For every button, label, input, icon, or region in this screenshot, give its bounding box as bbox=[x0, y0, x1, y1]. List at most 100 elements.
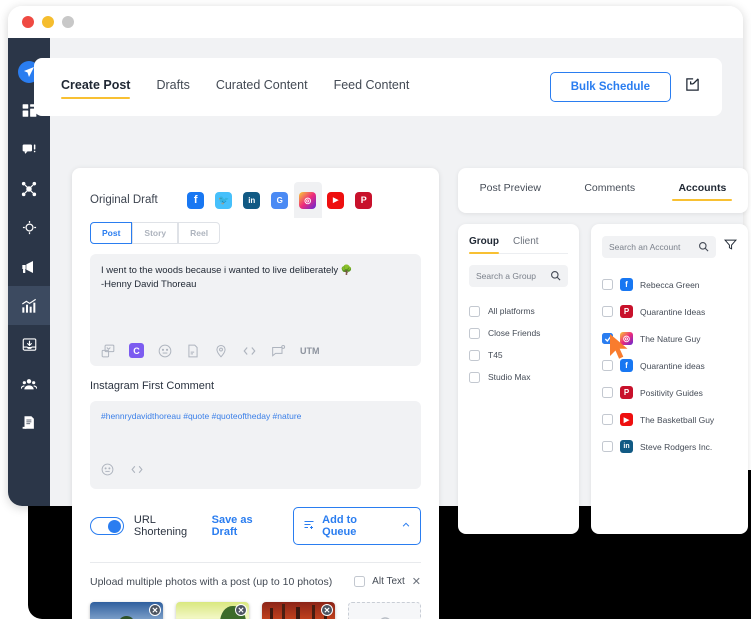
group-checkbox[interactable] bbox=[469, 328, 480, 339]
remove-photo-button[interactable]: ✕ bbox=[235, 604, 247, 616]
sidebar-item-engage[interactable] bbox=[8, 130, 50, 169]
group-checkbox[interactable] bbox=[469, 350, 480, 361]
group-checkbox[interactable] bbox=[469, 306, 480, 317]
tab-feed-content[interactable]: Feed Content bbox=[334, 78, 410, 96]
tab-comments[interactable]: Comments bbox=[584, 182, 635, 199]
network-google-business[interactable]: G bbox=[266, 182, 294, 218]
tab-curated-content[interactable]: Curated Content bbox=[216, 78, 308, 96]
first-comment-area[interactable]: #hennrydavidthoreau #quote #quoteoftheda… bbox=[90, 401, 421, 489]
browser-window: Create Post Drafts Curated Content Feed … bbox=[8, 6, 743, 506]
remove-photo-button[interactable]: ✕ bbox=[321, 604, 333, 616]
pinterest-icon: P bbox=[620, 305, 633, 318]
account-checkbox[interactable] bbox=[602, 306, 613, 317]
twitter-icon: 🐦 bbox=[215, 192, 232, 209]
document-icon[interactable] bbox=[186, 344, 200, 358]
window-titlebar bbox=[8, 6, 743, 38]
utm-button[interactable]: UTM bbox=[300, 346, 320, 356]
close-window-button[interactable] bbox=[22, 16, 34, 28]
tab-client[interactable]: Client bbox=[513, 236, 539, 253]
network-pinterest[interactable]: P bbox=[350, 182, 378, 218]
upload-dropzone[interactable] bbox=[348, 602, 421, 619]
canva-icon[interactable]: C bbox=[129, 343, 144, 358]
account-checkbox[interactable] bbox=[602, 441, 613, 452]
code-icon[interactable] bbox=[130, 463, 144, 481]
youtube-icon: ▶ bbox=[327, 192, 344, 209]
account-checkbox[interactable] bbox=[602, 279, 613, 290]
sidebar-item-inbox[interactable] bbox=[8, 325, 50, 364]
post-text-line-1: I went to the woods because i wanted to … bbox=[101, 264, 410, 278]
thumbnail-photo-1[interactable]: Tag Profile ✕ bbox=[90, 602, 163, 619]
mention-tag-icon[interactable] bbox=[271, 344, 286, 358]
sidebar-item-team[interactable] bbox=[8, 364, 50, 403]
network-youtube[interactable]: ▶ bbox=[322, 182, 350, 218]
sidebar-item-campaigns[interactable] bbox=[8, 247, 50, 286]
url-shortening-label: URL Shortening bbox=[134, 514, 212, 538]
segment-reel[interactable]: Reel bbox=[178, 222, 220, 244]
thumbnail-photo-3[interactable]: Tag Profile ✕ bbox=[262, 602, 335, 619]
sidebar-item-analytics[interactable] bbox=[8, 286, 50, 325]
document-icon bbox=[22, 415, 37, 430]
account-item-positivity-guides[interactable]: P Positivity Guides bbox=[602, 379, 737, 406]
bulk-schedule-button[interactable]: Bulk Schedule bbox=[550, 72, 671, 102]
post-text-area[interactable]: I went to the woods because i wanted to … bbox=[90, 254, 421, 366]
sidebar-item-target[interactable] bbox=[8, 208, 50, 247]
search-account-input[interactable]: Search an Account bbox=[602, 236, 716, 258]
account-item-rebecca-green[interactable]: f Rebecca Green bbox=[602, 271, 737, 298]
sidebar-item-network[interactable] bbox=[8, 169, 50, 208]
search-account-placeholder: Search an Account bbox=[609, 242, 680, 252]
location-pin-icon[interactable] bbox=[214, 344, 228, 358]
sidebar-item-reports[interactable] bbox=[8, 403, 50, 442]
group-item-studio-max[interactable]: Studio Max bbox=[469, 366, 568, 388]
group-item-all-platforms[interactable]: All platforms bbox=[469, 300, 568, 322]
account-item-quarantine-ideas-pinterest[interactable]: P Quarantine Ideas bbox=[602, 298, 737, 325]
group-label: T45 bbox=[488, 350, 503, 360]
account-checkbox[interactable] bbox=[602, 414, 613, 425]
segment-post[interactable]: Post bbox=[90, 222, 132, 244]
account-checkbox[interactable] bbox=[602, 387, 613, 398]
tab-post-preview[interactable]: Post Preview bbox=[480, 182, 541, 199]
add-to-queue-button[interactable]: Add to Queue bbox=[293, 507, 421, 545]
search-icon bbox=[698, 241, 709, 254]
search-group-input[interactable]: Search a Group bbox=[469, 265, 568, 287]
network-twitter[interactable]: 🐦 bbox=[210, 182, 238, 218]
maximize-window-button[interactable] bbox=[62, 16, 74, 28]
emoji-icon[interactable] bbox=[158, 344, 172, 358]
people-icon bbox=[21, 376, 37, 392]
account-item-steve-rodgers-inc[interactable]: in Steve Rodgers Inc. bbox=[602, 433, 737, 460]
tab-accounts[interactable]: Accounts bbox=[678, 182, 726, 199]
url-shortening-toggle[interactable] bbox=[90, 517, 124, 535]
megaphone-icon bbox=[21, 259, 37, 275]
group-item-t45[interactable]: T45 bbox=[469, 344, 568, 366]
app-body: Create Post Drafts Curated Content Feed … bbox=[8, 38, 743, 506]
filter-funnel-icon[interactable] bbox=[724, 238, 737, 256]
expand-box-icon[interactable] bbox=[685, 77, 700, 97]
group-checkbox[interactable] bbox=[469, 372, 480, 383]
segment-story[interactable]: Story bbox=[132, 222, 178, 244]
accounts-list: f Rebecca Green P Quarantine Ideas bbox=[602, 271, 737, 460]
facebook-icon: f bbox=[620, 278, 633, 291]
thumbnail-photo-2[interactable]: Tag Profile ✕ bbox=[176, 602, 249, 619]
emoji-icon[interactable] bbox=[101, 463, 114, 481]
group-item-close-friends[interactable]: Close Friends bbox=[469, 322, 568, 344]
account-item-the-basketball-guy[interactable]: ▶ The Basketball Guy bbox=[602, 406, 737, 433]
composer-toolbar: C bbox=[101, 343, 320, 358]
minimize-window-button[interactable] bbox=[42, 16, 54, 28]
save-as-draft-button[interactable]: Save as Draft bbox=[212, 514, 282, 538]
network-facebook[interactable]: f bbox=[182, 182, 210, 218]
youtube-icon: ▶ bbox=[620, 413, 633, 426]
tab-group[interactable]: Group bbox=[469, 236, 499, 253]
alt-text-checkbox[interactable] bbox=[354, 576, 365, 587]
group-list: All platforms Close Friends T45 bbox=[469, 300, 568, 388]
network-linkedin[interactable]: in bbox=[238, 182, 266, 218]
composer-card: Original Draft f 🐦 in G ◎ ▶ P Post Story… bbox=[72, 168, 439, 619]
remove-photo-button[interactable]: ✕ bbox=[149, 604, 161, 616]
account-item-the-nature-guy[interactable]: ◎ The Nature Guy bbox=[602, 325, 737, 352]
tab-drafts[interactable]: Drafts bbox=[156, 78, 189, 96]
network-instagram[interactable]: ◎ bbox=[294, 182, 322, 218]
top-actions: Bulk Schedule bbox=[550, 72, 722, 102]
media-icon[interactable] bbox=[101, 344, 115, 358]
tab-create-post[interactable]: Create Post bbox=[61, 78, 130, 96]
close-icon[interactable]: ✕ bbox=[412, 575, 421, 588]
code-icon[interactable] bbox=[242, 344, 257, 358]
bar-chart-icon bbox=[21, 298, 37, 314]
